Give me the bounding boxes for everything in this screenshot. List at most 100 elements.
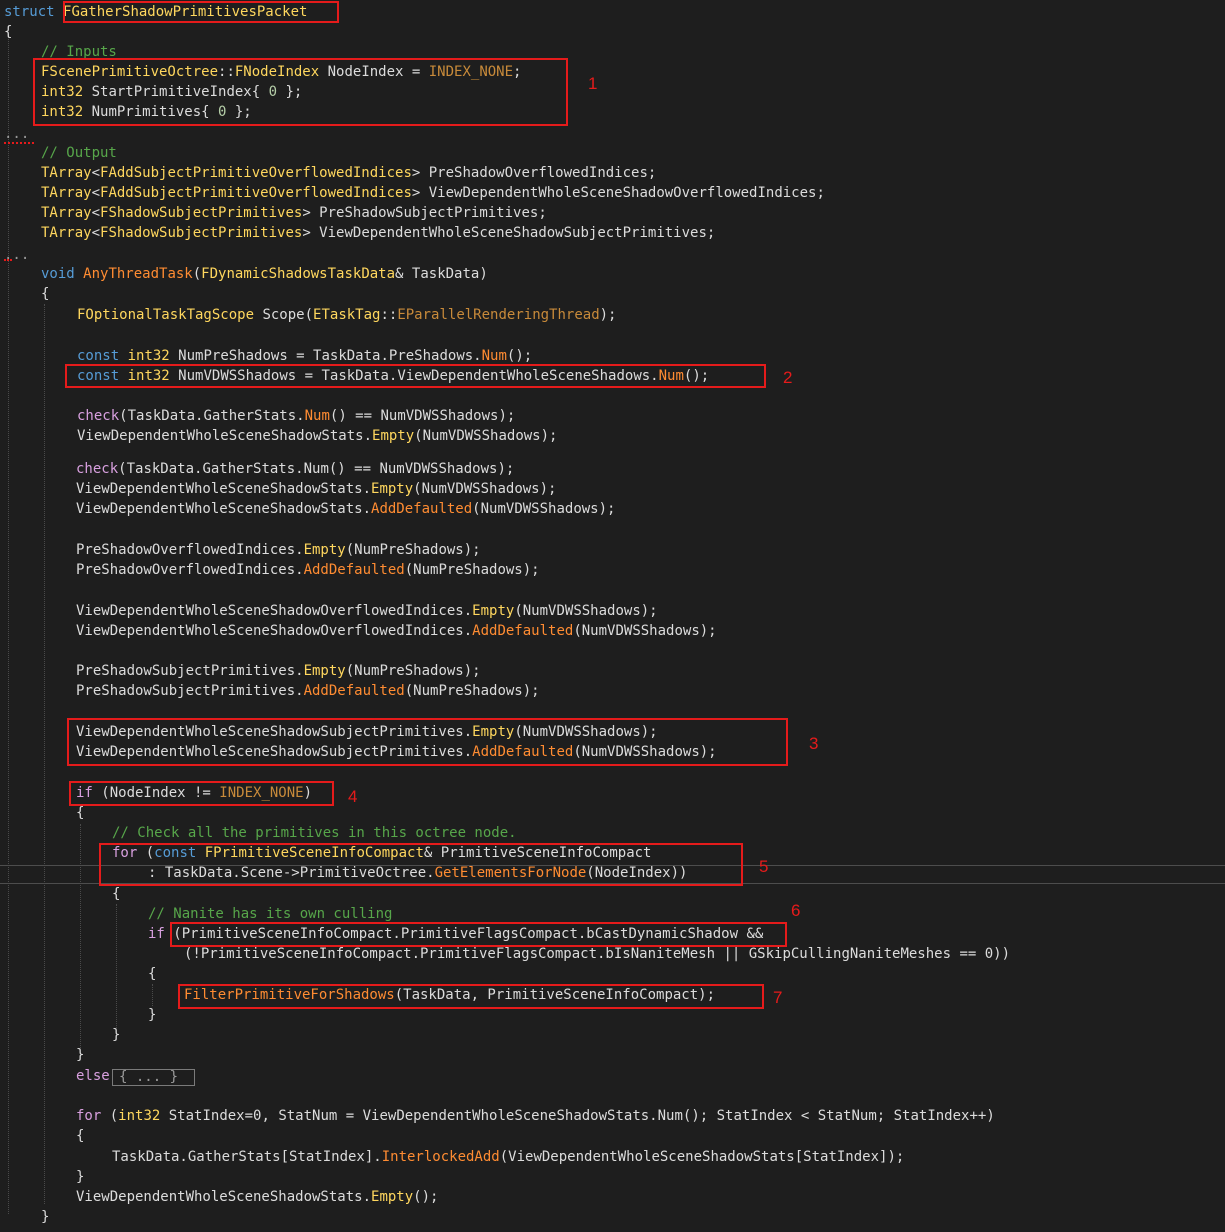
code-text: Scope(	[254, 307, 314, 323]
code-line: FOptionalTaskTagScope Scope(ETaskTag::EP…	[77, 305, 1225, 325]
keyword: else	[76, 1068, 110, 1084]
method-name: InterlockedAdd	[381, 1149, 500, 1165]
comment: // Nanite has its own culling	[148, 906, 393, 922]
code-line: ViewDependentWholeSceneShadowOverflowedI…	[76, 601, 1225, 621]
code-text: ViewDependentWholeSceneShadowStats.	[76, 481, 372, 497]
macro: check	[77, 408, 120, 424]
code-text: > PreShadowOverflowedIndices;	[411, 165, 657, 181]
comment: // Check all the primitives in this octr…	[112, 825, 517, 841]
code-line: ViewDependentWholeSceneShadowStats.AddDe…	[76, 499, 1225, 519]
macro: check	[76, 461, 119, 477]
code-line: TArray<FAddSubjectPrimitiveOverflowedInd…	[41, 163, 1225, 183]
collapsed-block[interactable]: { ... }	[112, 1069, 195, 1086]
method-name: Empty	[303, 542, 346, 558]
method-name: AddDefaulted	[472, 623, 574, 639]
highlight-box-6	[170, 922, 787, 947]
enum-value: EParallelRenderingThread	[397, 307, 600, 323]
code-line: const int32 NumPreShadows = TaskData.Pre…	[77, 346, 1225, 366]
annotation-number-3: 3	[809, 734, 819, 753]
code-line: TArray<FShadowSubjectPrimitives> ViewDep…	[41, 223, 1225, 243]
collapsed-marker[interactable]: ...	[4, 245, 1225, 265]
code-text: (NumVDWSShadows);	[472, 501, 616, 517]
code-text: PreShadowSubjectPrimitives.	[76, 663, 304, 679]
type: FShadowSubjectPrimitives	[100, 225, 303, 241]
type: ETaskTag	[313, 307, 381, 323]
brace: {	[76, 1128, 85, 1144]
code-line: }	[76, 1045, 1225, 1065]
method-name: Empty	[303, 663, 346, 679]
type: TArray	[41, 225, 92, 241]
type: int32	[118, 1108, 161, 1124]
collapsed-marker[interactable]: ...	[4, 124, 1225, 144]
annotation-number-1: 1	[588, 74, 598, 93]
code-text: ViewDependentWholeSceneShadowStats.	[76, 501, 372, 517]
code-line: for (int32 StatIndex=0, StatNum = ViewDe…	[76, 1106, 1225, 1126]
indent-guide	[152, 984, 153, 1006]
code-line: ViewDependentWholeSceneShadowStats.Empty…	[76, 1187, 1225, 1207]
code-text: (NumPreShadows);	[345, 542, 481, 558]
code-line: ViewDependentWholeSceneShadowStats.Empty…	[76, 479, 1225, 499]
annotation-number-2: 2	[783, 368, 793, 387]
method-name: Empty	[371, 1189, 414, 1205]
type: int32	[127, 348, 170, 364]
brace: {	[112, 886, 121, 902]
function-name: AnyThreadTask	[83, 266, 193, 282]
annotation-number-4: 4	[348, 787, 358, 806]
code-text: (NumPreShadows);	[404, 562, 540, 578]
highlight-box-2	[65, 364, 766, 388]
method-name: AddDefaulted	[303, 683, 405, 699]
code-text: (NumVDWSShadows);	[573, 623, 717, 639]
code-line: {	[4, 22, 1225, 42]
annotation-number-5: 5	[759, 857, 769, 876]
type: FDynamicShadowsTaskData	[201, 266, 396, 282]
brace: }	[76, 1047, 85, 1063]
indent-guide	[44, 304, 45, 1204]
scope-op: ::	[380, 307, 398, 323]
brace: }	[41, 1209, 50, 1225]
keyword: void	[41, 266, 75, 282]
code-line: PreShadowOverflowedIndices.Empty(NumPreS…	[76, 540, 1225, 560]
code-line: {	[112, 884, 1225, 904]
error-squiggle	[4, 138, 34, 144]
code-text: ViewDependentWholeSceneShadowStats.	[76, 1189, 372, 1205]
method-name: Num	[304, 408, 330, 424]
type: FAddSubjectPrimitiveOverflowedIndices	[100, 185, 412, 201]
code-line: PreShadowSubjectPrimitives.AddDefaulted(…	[76, 681, 1225, 701]
code-text: > ViewDependentWholeSceneShadowSubjectPr…	[302, 225, 716, 241]
code-text: & TaskData)	[395, 266, 488, 282]
code-text: );	[599, 307, 617, 323]
code-text: PreShadowSubjectPrimitives.	[76, 683, 304, 699]
type: FShadowSubjectPrimitives	[100, 205, 303, 221]
code-line: ViewDependentWholeSceneShadowOverflowedI…	[76, 621, 1225, 641]
brace: }	[112, 1027, 121, 1043]
keyword: if	[148, 926, 165, 942]
code-text: (NumVDWSShadows);	[413, 481, 557, 497]
comment-line: // Nanite has its own culling	[148, 904, 1225, 924]
code-text: > ViewDependentWholeSceneShadowOverflowe…	[411, 185, 825, 201]
code-line: }	[112, 1025, 1225, 1045]
code-text: PreShadowOverflowedIndices.	[76, 562, 304, 578]
collapsed-text: { ... }	[119, 1069, 179, 1085]
code-line: }	[76, 1167, 1225, 1187]
comment-line: // Check all the primitives in this octr…	[112, 823, 1225, 843]
code-text: TaskData.GatherStats[StatIndex].	[112, 1149, 382, 1165]
code-text: StatIndex=0, StatNum = ViewDependentWhol…	[160, 1108, 995, 1124]
highlight-box-7	[178, 984, 764, 1009]
code-line: TaskData.GatherStats[StatIndex].Interloc…	[112, 1147, 1225, 1167]
code-editor[interactable]: struct FGatherShadowPrimitivesPacket { /…	[0, 0, 1225, 1232]
brace: {	[148, 966, 157, 982]
indent-guide	[116, 904, 117, 1028]
brace: }	[148, 1007, 157, 1023]
code-text: (	[192, 266, 202, 282]
annotation-number-6: 6	[791, 901, 801, 920]
method-name: AddDefaulted	[303, 562, 405, 578]
code-text: > PreShadowSubjectPrimitives;	[302, 205, 547, 221]
highlight-box-3	[67, 718, 788, 766]
method-name: Empty	[371, 481, 414, 497]
highlight-box-4	[69, 781, 334, 806]
code-line: TArray<FAddSubjectPrimitiveOverflowedInd…	[41, 183, 1225, 203]
code-text: (!PrimitiveSceneInfoCompact.PrimitiveFla…	[184, 946, 1011, 962]
method-name: Empty	[372, 428, 415, 444]
comment: // Output	[41, 145, 117, 161]
type: TArray	[41, 185, 92, 201]
